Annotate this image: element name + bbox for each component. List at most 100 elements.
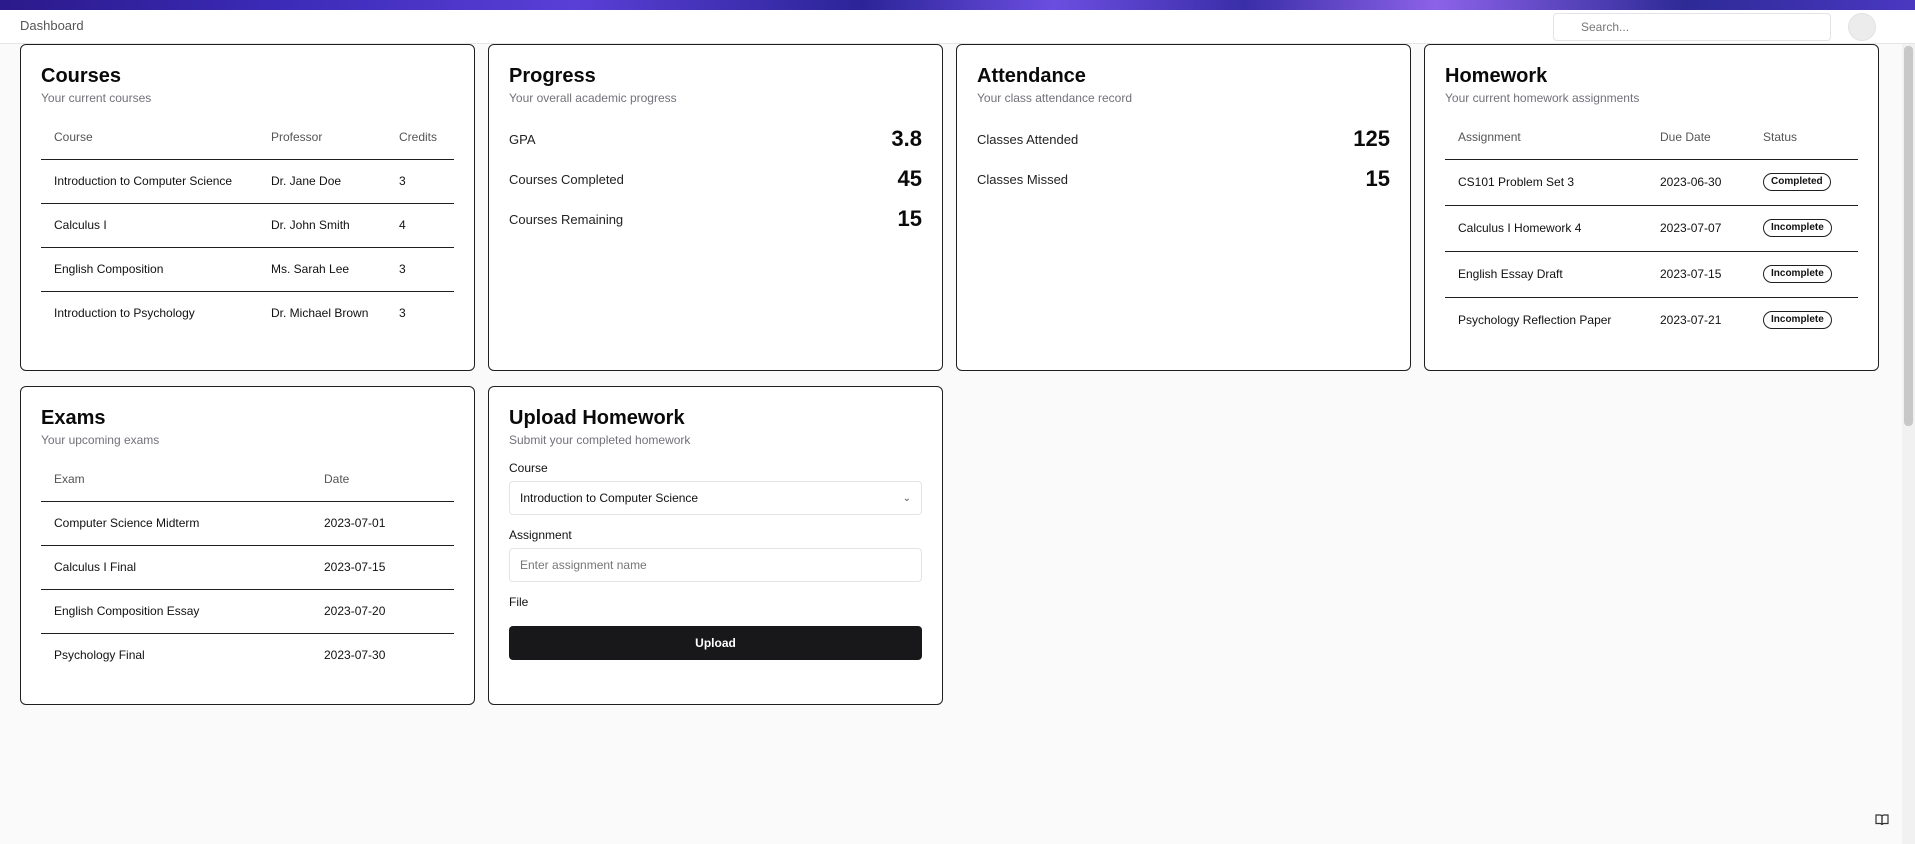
exams-table: Exam Date Computer Science Midterm 2023-…: [41, 458, 454, 677]
exam-name: Psychology Final: [54, 648, 145, 663]
stat-row-courses-remaining: Courses Remaining 15: [509, 199, 922, 239]
status-badge: Incomplete: [1763, 311, 1832, 330]
course-name: Introduction to Psychology: [54, 306, 195, 321]
attendance-subtitle: Your class attendance record: [977, 91, 1132, 105]
exam-name: English Composition Essay: [41, 589, 311, 634]
stat-label: Courses Remaining: [509, 211, 624, 227]
course-professor: Ms. Sarah Lee: [258, 247, 386, 292]
courses-table: Course Professor Credits Introduction to…: [41, 116, 454, 335]
homework-subtitle: Your current homework assignments: [1445, 91, 1640, 105]
assignment-name: Psychology Reflection Paper: [1458, 313, 1612, 328]
stat-label: GPA: [509, 131, 536, 147]
chevron-down-icon: ⌄: [902, 492, 911, 504]
course-name: Calculus I: [41, 203, 258, 248]
course-professor: Dr. Jane Doe: [258, 159, 386, 204]
assignment-name: English Essay Draft: [1445, 251, 1647, 298]
stat-value: 15: [897, 206, 922, 231]
avatar[interactable]: [1848, 13, 1876, 41]
book-open-icon[interactable]: [1870, 808, 1894, 832]
exam-date: 2023-07-15: [311, 545, 454, 590]
attendance-stats: Classes Attended 125 Classes Missed 15: [977, 119, 1390, 199]
column-header-assignment: Assignment: [1445, 116, 1647, 160]
scrollbar-thumb[interactable]: [1904, 46, 1913, 426]
upload-title: Upload Homework: [509, 407, 685, 429]
upload-homework-card: Upload Homework Submit your completed ho…: [488, 386, 943, 705]
attendance-card: Attendance Your class attendance record …: [956, 44, 1411, 371]
assignment-label: Assignment: [509, 528, 572, 542]
course-professor: Dr. Michael Brown: [271, 306, 369, 321]
assignment-due-date: 2023-07-21: [1660, 313, 1722, 328]
column-header-professor: Professor: [258, 116, 386, 160]
breadcrumb[interactable]: Dashboard: [20, 18, 84, 33]
course-name: English Composition: [41, 247, 258, 292]
column-header-date: Date: [311, 458, 454, 502]
courses-card: Courses Your current courses Course Prof…: [20, 44, 475, 371]
courses-subtitle: Your current courses: [41, 91, 152, 105]
stat-label: Classes Missed: [977, 171, 1069, 187]
table-row: Calculus I Homework 4 2023-07-07 Incompl…: [1445, 205, 1858, 252]
exam-date: 2023-07-01: [311, 501, 454, 546]
course-credits: 3: [386, 247, 454, 292]
status-badge: Incomplete: [1763, 265, 1832, 283]
table-row: Calculus I Final 2023-07-15: [41, 545, 454, 590]
course-credits: 4: [386, 203, 454, 248]
table-row: Psychology Reflection Paper 2023-07-21 I…: [1445, 297, 1858, 343]
stat-value: 125: [1353, 126, 1390, 151]
table-row: Computer Science Midterm 2023-07-01: [41, 501, 454, 546]
progress-card: Progress Your overall academic progress …: [488, 44, 943, 371]
assignment-due-date: 2023-06-30: [1647, 159, 1750, 206]
course-name: Introduction to Computer Science: [41, 159, 258, 204]
table-row: Introduction to Computer Science Dr. Jan…: [41, 159, 454, 204]
assignment-due-date: 2023-07-15: [1647, 251, 1750, 298]
courses-title: Courses: [41, 65, 122, 87]
progress-stats: GPA 3.8 Courses Completed 45 Courses Rem…: [509, 119, 922, 239]
header-banner: [0, 0, 1915, 10]
exams-card: Exams Your upcoming exams Exam Date Comp…: [20, 386, 475, 705]
status-badge: Incomplete: [1763, 219, 1832, 237]
stat-value: 15: [1365, 166, 1390, 191]
page-scrollbar[interactable]: [1902, 44, 1915, 844]
table-row: Psychology Final 2023-07-30: [41, 633, 454, 677]
course-professor: Dr. John Smith: [258, 203, 386, 248]
assignment-name: CS101 Problem Set 3: [1445, 159, 1647, 206]
exam-name: Computer Science Midterm: [41, 501, 311, 546]
stat-label: Classes Attended: [977, 131, 1079, 147]
assignment-name: Calculus I Homework 4: [1445, 205, 1647, 252]
course-select[interactable]: Introduction to Computer Science ⌄: [509, 481, 922, 515]
stat-row-classes-missed: Classes Missed 15: [977, 159, 1390, 199]
progress-title: Progress: [509, 65, 596, 87]
exams-title: Exams: [41, 407, 106, 429]
column-header-course: Course: [41, 116, 258, 160]
status-badge: Completed: [1763, 173, 1831, 191]
homework-card: Homework Your current homework assignmen…: [1424, 44, 1879, 371]
column-header-due-date: Due Date: [1647, 116, 1750, 160]
table-row: CS101 Problem Set 3 2023-06-30 Completed: [1445, 159, 1858, 206]
attendance-title: Attendance: [977, 65, 1086, 87]
stat-value: 3.8: [891, 126, 922, 151]
course-select-value: Introduction to Computer Science: [520, 491, 699, 505]
homework-title: Homework: [1445, 65, 1548, 87]
assignment-input[interactable]: [509, 548, 922, 582]
file-label: File: [509, 595, 529, 609]
progress-subtitle: Your overall academic progress: [509, 91, 677, 105]
search-input[interactable]: [1554, 14, 1830, 40]
stat-row-classes-attended: Classes Attended 125: [977, 119, 1390, 159]
column-header-status: Status: [1750, 116, 1858, 160]
exam-name: Calculus I Final: [41, 545, 311, 590]
stat-row-gpa: GPA 3.8: [509, 119, 922, 159]
stat-row-courses-completed: Courses Completed 45: [509, 159, 922, 199]
exam-date: 2023-07-30: [324, 648, 386, 663]
assignment-due-date: 2023-07-07: [1647, 205, 1750, 252]
column-header-credits: Credits: [386, 116, 454, 160]
course-credits: 3: [399, 306, 406, 321]
course-credits: 3: [386, 159, 454, 204]
exams-subtitle: Your upcoming exams: [41, 433, 160, 447]
table-row: English Composition Essay 2023-07-20: [41, 589, 454, 634]
stat-value: 45: [897, 166, 922, 191]
table-row: Introduction to Psychology Dr. Michael B…: [41, 291, 454, 335]
course-label: Course: [509, 461, 548, 475]
top-bar: Dashboard: [0, 10, 1915, 44]
search-box[interactable]: [1553, 13, 1831, 41]
upload-button[interactable]: Upload: [509, 626, 922, 660]
exam-date: 2023-07-20: [311, 589, 454, 634]
